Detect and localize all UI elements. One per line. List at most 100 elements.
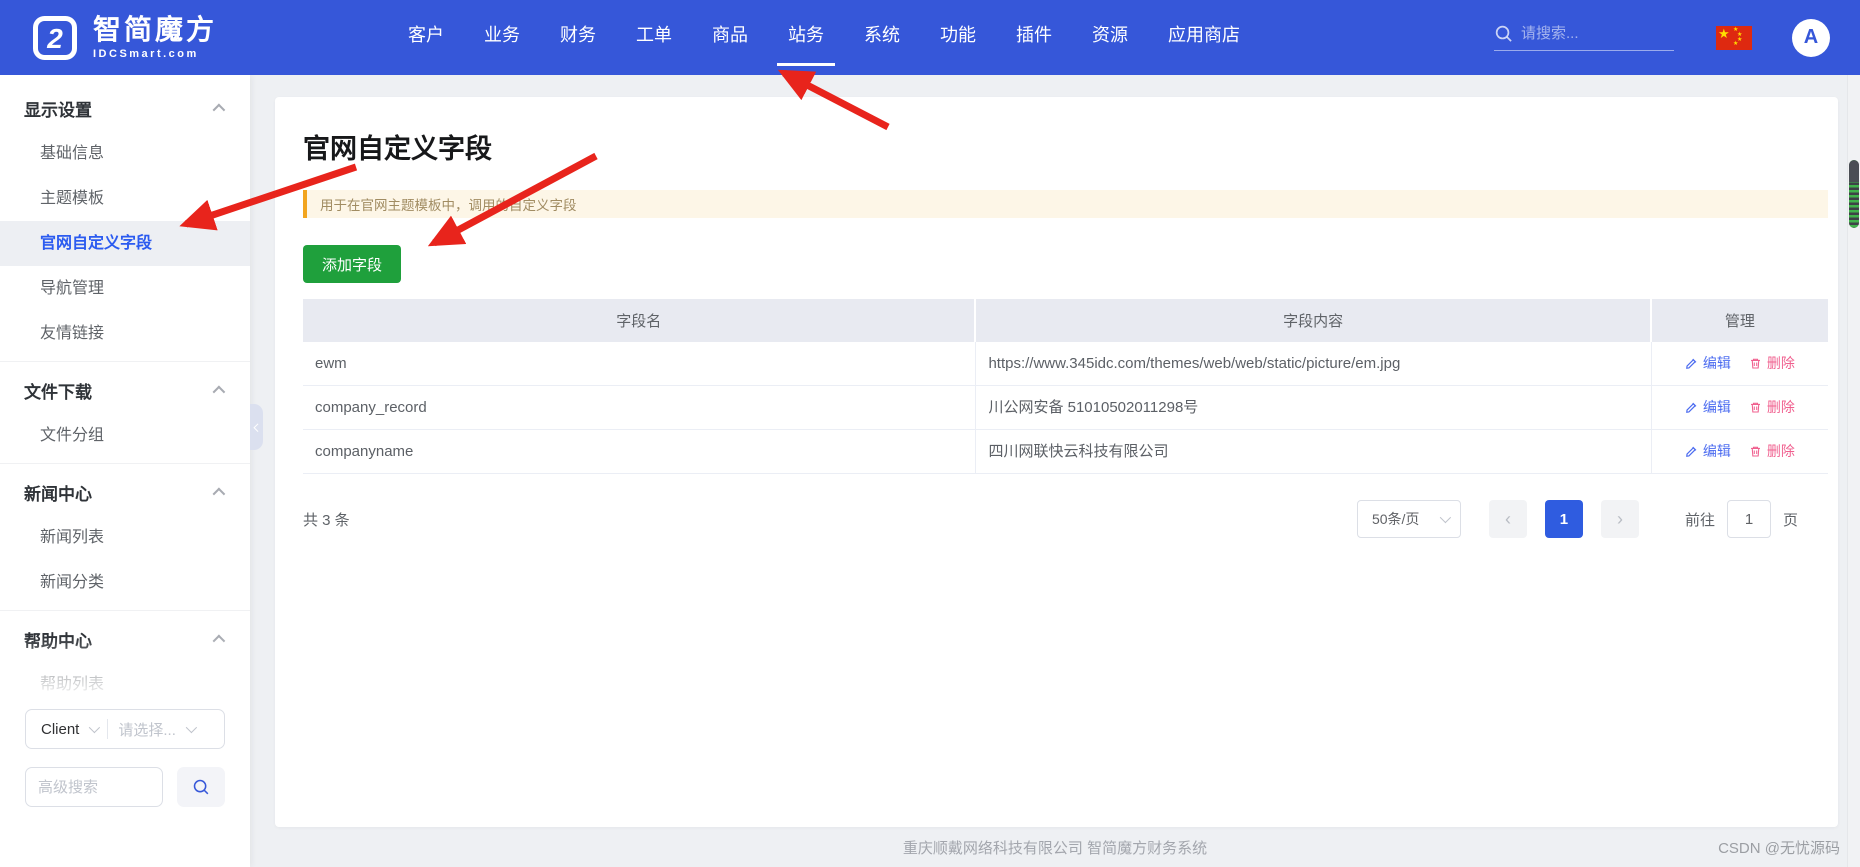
chevron-down-icon bbox=[89, 722, 100, 733]
advanced-search-button[interactable] bbox=[177, 767, 225, 807]
nav-item-商品[interactable]: 商品 bbox=[692, 0, 768, 75]
sidebar-item-友情链接[interactable]: 友情链接 bbox=[0, 311, 250, 356]
info-alert: 用于在官网主题模板中，调用的自定义字段 bbox=[303, 190, 1828, 218]
nav-item-工单[interactable]: 工单 bbox=[616, 0, 692, 75]
sidebar-item-主题模板[interactable]: 主题模板 bbox=[0, 176, 250, 221]
page-size-select[interactable]: 50条/页 bbox=[1357, 500, 1461, 538]
page-title: 官网自定义字段 bbox=[303, 97, 1828, 166]
search-icon bbox=[1494, 24, 1513, 43]
add-field-button[interactable]: 添加字段 bbox=[303, 245, 401, 283]
chevron-up-icon bbox=[213, 103, 226, 116]
edit-link[interactable]: 编辑 bbox=[1685, 386, 1731, 429]
nav-search[interactable] bbox=[1494, 24, 1674, 51]
nav-item-应用商店[interactable]: 应用商店 bbox=[1148, 0, 1260, 75]
table-row: companyname四川网联快云科技有限公司编辑删除 bbox=[303, 430, 1828, 474]
fields-table: 字段名 字段内容 管理 ewmhttps://www.345idc.com/th… bbox=[303, 299, 1828, 474]
sidebar-section-新闻中心[interactable]: 新闻中心 bbox=[0, 469, 250, 515]
chevron-down-icon bbox=[186, 722, 197, 733]
delete-label: 删除 bbox=[1767, 386, 1795, 429]
advanced-search-input[interactable] bbox=[25, 767, 163, 807]
pencil-icon bbox=[1685, 401, 1698, 414]
sidebar-section-label: 文件下载 bbox=[24, 378, 92, 403]
sidebar-item-新闻列表[interactable]: 新闻列表 bbox=[0, 515, 250, 560]
sidebar-collapse-handle[interactable] bbox=[250, 404, 263, 450]
logo-subtitle: IDCSmart.com bbox=[93, 48, 217, 60]
client-select-placeholder: 请选择... bbox=[118, 719, 176, 740]
svg-text:2: 2 bbox=[46, 23, 63, 54]
edit-link[interactable]: 编辑 bbox=[1685, 430, 1731, 473]
table-row: ewmhttps://www.345idc.com/themes/web/web… bbox=[303, 342, 1828, 386]
nav-item-站务[interactable]: 站务 bbox=[768, 0, 844, 75]
nav-item-功能[interactable]: 功能 bbox=[920, 0, 996, 75]
sidebar-section-文件下载[interactable]: 文件下载 bbox=[0, 367, 250, 413]
sidebar-item-文件分组[interactable]: 文件分组 bbox=[0, 413, 250, 458]
cell-field-name: company_record bbox=[303, 386, 976, 429]
col-manage: 管理 bbox=[1652, 299, 1828, 342]
delete-label: 删除 bbox=[1767, 342, 1795, 385]
delete-label: 删除 bbox=[1767, 430, 1795, 473]
language-flag-icon[interactable]: ★★★★★ bbox=[1716, 26, 1752, 50]
sidebar-section-label: 新闻中心 bbox=[24, 480, 92, 505]
delete-link[interactable]: 删除 bbox=[1749, 342, 1795, 385]
info-alert-text: 用于在官网主题模板中，调用的自定义字段 bbox=[320, 194, 577, 214]
table-header: 字段名 字段内容 管理 bbox=[303, 299, 1828, 342]
pencil-icon bbox=[1685, 357, 1698, 370]
client-type-select[interactable]: Client 请选择... bbox=[25, 709, 225, 749]
watermark: CSDN @无忧源码 bbox=[1718, 837, 1840, 858]
trash-icon bbox=[1749, 401, 1762, 414]
sidebar-item-帮助列表[interactable]: 帮助列表 bbox=[0, 662, 250, 707]
content-card: 官网自定义字段 用于在官网主题模板中，调用的自定义字段 添加字段 字段名 字段内… bbox=[275, 97, 1838, 827]
sidebar-section-帮助中心[interactable]: 帮助中心 bbox=[0, 616, 250, 662]
delete-link[interactable]: 删除 bbox=[1749, 430, 1795, 473]
sidebar-section-label: 显示设置 bbox=[24, 96, 92, 121]
col-field-content: 字段内容 bbox=[976, 299, 1651, 342]
nav-item-资源[interactable]: 资源 bbox=[1072, 0, 1148, 75]
sidebar-item-新闻分类[interactable]: 新闻分类 bbox=[0, 560, 250, 605]
table-body: ewmhttps://www.345idc.com/themes/web/web… bbox=[303, 342, 1828, 474]
sidebar-item-导航管理[interactable]: 导航管理 bbox=[0, 266, 250, 311]
chevron-down-icon bbox=[1440, 512, 1451, 523]
cell-field-content: 四川网联快云科技有限公司 bbox=[976, 430, 1651, 473]
logo[interactable]: 2 智简魔方 IDCSmart.com bbox=[0, 15, 330, 61]
scrollbar-track[interactable] bbox=[1847, 75, 1860, 867]
prev-page-button[interactable]: ‹ bbox=[1489, 500, 1527, 538]
goto-page-input[interactable] bbox=[1727, 500, 1771, 538]
next-page-button[interactable]: › bbox=[1601, 500, 1639, 538]
nav-item-财务[interactable]: 财务 bbox=[540, 0, 616, 75]
cell-field-content: 川公网安备 51010502011298号 bbox=[976, 386, 1651, 429]
trash-icon bbox=[1749, 445, 1762, 458]
cell-actions: 编辑删除 bbox=[1652, 430, 1828, 473]
avatar[interactable]: A bbox=[1792, 19, 1830, 57]
client-type-value: Client bbox=[41, 721, 79, 738]
top-nav: 2 智简魔方 IDCSmart.com 客户业务财务工单商品站务系统功能插件资源… bbox=[0, 0, 1860, 75]
scrollbar-thumb[interactable] bbox=[1849, 160, 1859, 228]
nav-item-业务[interactable]: 业务 bbox=[464, 0, 540, 75]
edit-link[interactable]: 编辑 bbox=[1685, 342, 1731, 385]
goto-suffix: 页 bbox=[1783, 509, 1798, 530]
current-page-button[interactable]: 1 bbox=[1545, 500, 1583, 538]
cell-field-name: companyname bbox=[303, 430, 976, 473]
table-row: company_record川公网安备 51010502011298号编辑删除 bbox=[303, 386, 1828, 430]
sidebar-section-显示设置[interactable]: 显示设置 bbox=[0, 85, 250, 131]
cell-field-content: https://www.345idc.com/themes/web/web/st… bbox=[976, 342, 1651, 385]
trash-icon bbox=[1749, 357, 1762, 370]
cell-field-name: ewm bbox=[303, 342, 976, 385]
sidebar-divider bbox=[0, 463, 250, 464]
nav-item-客户[interactable]: 客户 bbox=[388, 0, 464, 75]
sidebar-item-官网自定义字段[interactable]: 官网自定义字段 bbox=[0, 221, 250, 266]
content-area: 官网自定义字段 用于在官网主题模板中，调用的自定义字段 添加字段 字段名 字段内… bbox=[250, 75, 1860, 867]
goto-prefix: 前往 bbox=[1685, 509, 1715, 530]
sidebar: 显示设置基础信息主题模板官网自定义字段导航管理友情链接文件下载文件分组新闻中心新… bbox=[0, 75, 250, 867]
edit-label: 编辑 bbox=[1703, 386, 1731, 429]
total-count: 共 3 条 bbox=[303, 509, 350, 530]
delete-link[interactable]: 删除 bbox=[1749, 386, 1795, 429]
sidebar-item-基础信息[interactable]: 基础信息 bbox=[0, 131, 250, 176]
edit-label: 编辑 bbox=[1703, 430, 1731, 473]
sidebar-divider bbox=[0, 361, 250, 362]
chevron-up-icon bbox=[213, 385, 226, 398]
nav-item-插件[interactable]: 插件 bbox=[996, 0, 1072, 75]
nav-item-系统[interactable]: 系统 bbox=[844, 0, 920, 75]
pencil-icon bbox=[1685, 445, 1698, 458]
nav-search-input[interactable] bbox=[1521, 25, 1661, 42]
cell-actions: 编辑删除 bbox=[1652, 386, 1828, 429]
